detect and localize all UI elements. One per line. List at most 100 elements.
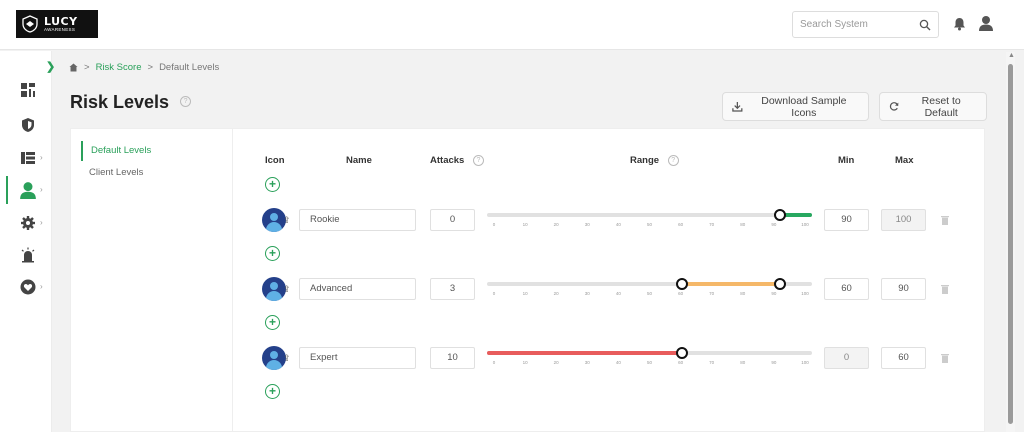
slider-tick-label: 80 [740, 222, 746, 227]
slider-tick-label: 20 [553, 360, 559, 365]
delete-icon[interactable] [941, 215, 949, 225]
level-name-field[interactable]: Expert [299, 347, 416, 369]
slider-handle-min[interactable] [773, 209, 786, 221]
column-header-min: Min [838, 155, 855, 166]
range-header-label: Range [630, 155, 660, 167]
search-input[interactable] [793, 12, 913, 37]
range-slider[interactable]: 0 10 20 30 40 50 60 70 80 90 100 [487, 346, 812, 366]
slider-tick-label: 20 [553, 222, 559, 227]
download-sample-icons-button[interactable]: Download Sample Icons [722, 92, 869, 121]
chevron-right-icon: › [40, 282, 43, 291]
upload-icon[interactable]: ⇪ [283, 284, 291, 295]
sidebar-item-settings[interactable]: › [0, 209, 52, 237]
gear-icon [21, 216, 35, 230]
search-box [792, 11, 939, 38]
page-title: Risk Levels ? [70, 92, 192, 113]
chevron-right-icon: › [40, 185, 43, 194]
help-icon[interactable]: ? [180, 96, 192, 108]
reset-to-default-button[interactable]: Reset to Default [879, 92, 987, 121]
column-header-range: Range ? [630, 155, 679, 166]
min-field[interactable]: 60 [824, 278, 869, 300]
add-level-button[interactable]: + [265, 177, 280, 192]
add-level-button[interactable]: + [265, 315, 280, 330]
max-field[interactable]: 60 [881, 347, 926, 369]
sidebar-item-support[interactable]: › [0, 273, 52, 301]
level-name-field[interactable]: Rookie [299, 209, 416, 231]
subnav-item-client-levels[interactable]: Client Levels [89, 167, 143, 179]
expand-sidebar-icon[interactable]: ❯ [46, 60, 55, 73]
subnav-item-default-levels[interactable]: Default Levels [81, 141, 151, 161]
slider-handle-min[interactable] [676, 278, 688, 290]
help-icon[interactable]: ? [667, 155, 679, 166]
bell-icon[interactable] [953, 17, 966, 31]
slider-tick-label: 30 [584, 360, 590, 365]
breadcrumb: > Risk Score > Default Levels [69, 62, 219, 73]
campaigns-icon [21, 152, 35, 164]
slider-tick-label: 70 [709, 291, 715, 296]
slider-tick-label: 100 [801, 222, 809, 227]
upload-icon[interactable]: ⇪ [283, 215, 291, 226]
slider-tick-label: 60 [678, 222, 684, 227]
slider-tick-label: 80 [740, 360, 746, 365]
slider-tick-label: 20 [553, 291, 559, 296]
slider-fill [487, 351, 682, 355]
sidebar-item-awareness[interactable]: › [0, 176, 52, 204]
user-icon [20, 182, 36, 199]
delete-icon[interactable] [941, 284, 949, 294]
sidebar-item-alerts[interactable] [0, 241, 52, 269]
breadcrumb-separator: > [84, 62, 90, 73]
top-bar: LUCY AWARENESS [0, 0, 1024, 50]
slider-tick-label: 90 [771, 222, 777, 227]
max-field[interactable]: 90 [881, 278, 926, 300]
subnav: Default Levels Client Levels [71, 129, 233, 432]
slider-tick-label: 40 [615, 360, 621, 365]
page-scrollbar[interactable]: ▲ [1006, 52, 1015, 432]
max-field: 100 [881, 209, 926, 231]
range-slider[interactable]: 0 10 20 30 40 50 60 70 80 90 100 [487, 277, 812, 297]
upload-icon[interactable]: ⇪ [283, 353, 291, 364]
min-field[interactable]: 90 [824, 209, 869, 231]
attacks-field[interactable]: 0 [430, 209, 475, 231]
slider-tick-label: 100 [801, 291, 809, 296]
breadcrumb-risk-score-link[interactable]: Risk Score [96, 62, 142, 73]
column-header-attacks: Attacks ? [430, 155, 484, 166]
add-level-button[interactable]: + [265, 384, 280, 399]
breadcrumb-current: Default Levels [159, 62, 220, 73]
page-title-text: Risk Levels [70, 92, 170, 112]
slider-tick-label: 60 [678, 291, 684, 296]
help-icon[interactable]: ? [472, 155, 484, 166]
lucy-logo[interactable]: LUCY AWARENESS [16, 10, 98, 38]
column-header-name: Name [346, 155, 372, 166]
slider-tick-label: 30 [584, 222, 590, 227]
slider-tick-label: 50 [646, 360, 653, 365]
attacks-field[interactable]: 3 [430, 278, 475, 300]
slider-handle-max[interactable] [676, 347, 688, 359]
slider-tick-label: 10 [522, 360, 528, 365]
sidebar-item-campaigns[interactable]: › [0, 144, 52, 172]
slider-tick-label: 70 [709, 222, 715, 227]
range-slider[interactable]: 0 10 20 30 40 50 60 70 80 90 100 [487, 208, 812, 228]
level-name-field[interactable]: Advanced [299, 278, 416, 300]
slider-tick-label: 10 [522, 291, 528, 296]
chevron-right-icon: › [40, 153, 43, 162]
attacks-field[interactable]: 10 [430, 347, 475, 369]
search-icon[interactable] [919, 19, 931, 31]
slider-tick-label: 0 [492, 291, 496, 296]
home-icon[interactable] [69, 63, 78, 72]
slider-track [487, 213, 812, 217]
slider-tick-label: 50 [646, 222, 653, 227]
column-header-icon: Icon [265, 155, 285, 166]
logo-shield-icon [22, 15, 38, 33]
attacks-header-label: Attacks [430, 155, 465, 167]
dashboard-icon [21, 83, 35, 97]
chevron-right-icon: › [40, 218, 43, 227]
sidebar-item-dashboard[interactable] [0, 76, 52, 104]
scrollbar-thumb[interactable] [1008, 64, 1013, 424]
slider-tick-label: 60 [678, 360, 684, 365]
add-level-button[interactable]: + [265, 246, 280, 261]
user-profile-icon[interactable] [978, 15, 994, 32]
scroll-up-arrow-icon[interactable]: ▲ [1008, 52, 1015, 59]
sidebar-item-security[interactable] [0, 111, 52, 139]
slider-handle-max[interactable] [773, 278, 786, 290]
delete-icon[interactable] [941, 353, 949, 363]
